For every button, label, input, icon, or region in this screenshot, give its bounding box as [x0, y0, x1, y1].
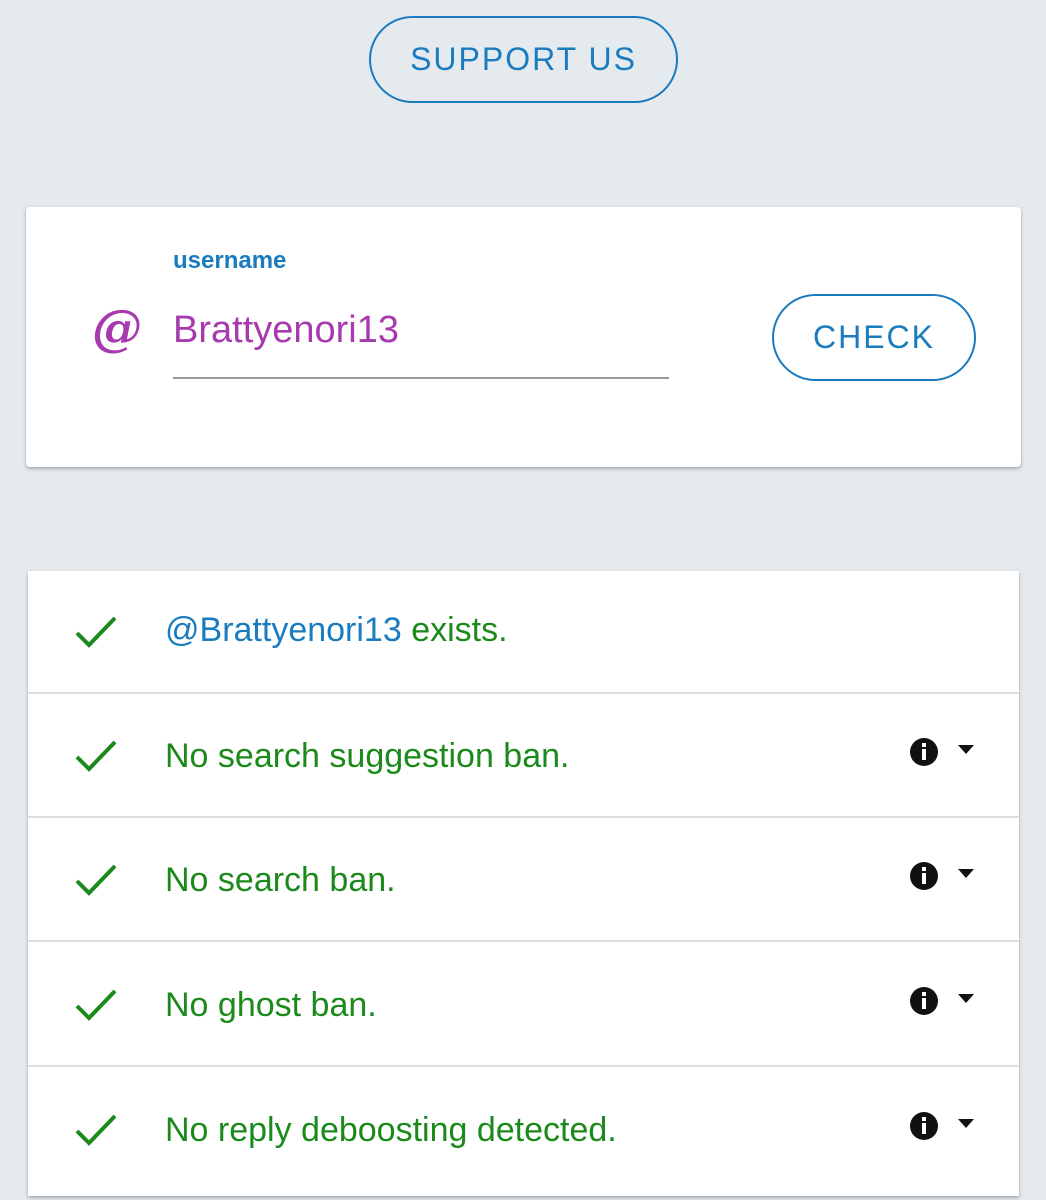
info-icon[interactable] — [909, 1111, 939, 1141]
chevron-down-icon[interactable] — [958, 745, 974, 755]
check-icon — [75, 740, 117, 772]
check-icon — [75, 1114, 117, 1146]
check-icon — [75, 616, 117, 648]
result-text: No reply deboosting detected. — [165, 1111, 617, 1149]
results-list: @Brattyenori13 exists. No search suggest… — [28, 571, 1019, 1196]
result-row-reply-deboosting[interactable]: No reply deboosting detected. — [28, 1069, 1019, 1192]
result-row-exists: @Brattyenori13 exists. — [28, 571, 1019, 694]
page: SUPPORT US @ username CHECK @Brattyenori… — [0, 0, 1046, 1200]
at-sign-icon: @ — [92, 298, 142, 357]
username-input[interactable] — [173, 303, 669, 379]
result-text: No ghost ban. — [165, 986, 377, 1024]
chevron-down-icon[interactable] — [958, 1119, 974, 1129]
support-us-button[interactable]: SUPPORT US — [369, 16, 678, 103]
result-status: exists. — [401, 611, 508, 649]
username-handle: @Brattyenori13 — [165, 611, 402, 649]
result-text: @Brattyenori13 exists. — [165, 611, 508, 650]
result-row-search-ban[interactable]: No search ban. — [28, 819, 1019, 942]
info-icon[interactable] — [909, 861, 939, 891]
username-search-card: @ username CHECK — [26, 207, 1021, 467]
info-icon[interactable] — [909, 737, 939, 767]
check-button[interactable]: CHECK — [772, 294, 976, 381]
result-text: No search ban. — [165, 861, 396, 899]
result-row-ghost-ban[interactable]: No ghost ban. — [28, 944, 1019, 1067]
username-field-label: username — [173, 247, 287, 274]
result-text: No search suggestion ban. — [165, 737, 570, 775]
result-row-search-suggestion-ban[interactable]: No search suggestion ban. — [28, 695, 1019, 818]
check-icon — [75, 864, 117, 896]
chevron-down-icon[interactable] — [958, 869, 974, 879]
chevron-down-icon[interactable] — [958, 994, 974, 1004]
info-icon[interactable] — [909, 986, 939, 1016]
check-icon — [75, 989, 117, 1021]
